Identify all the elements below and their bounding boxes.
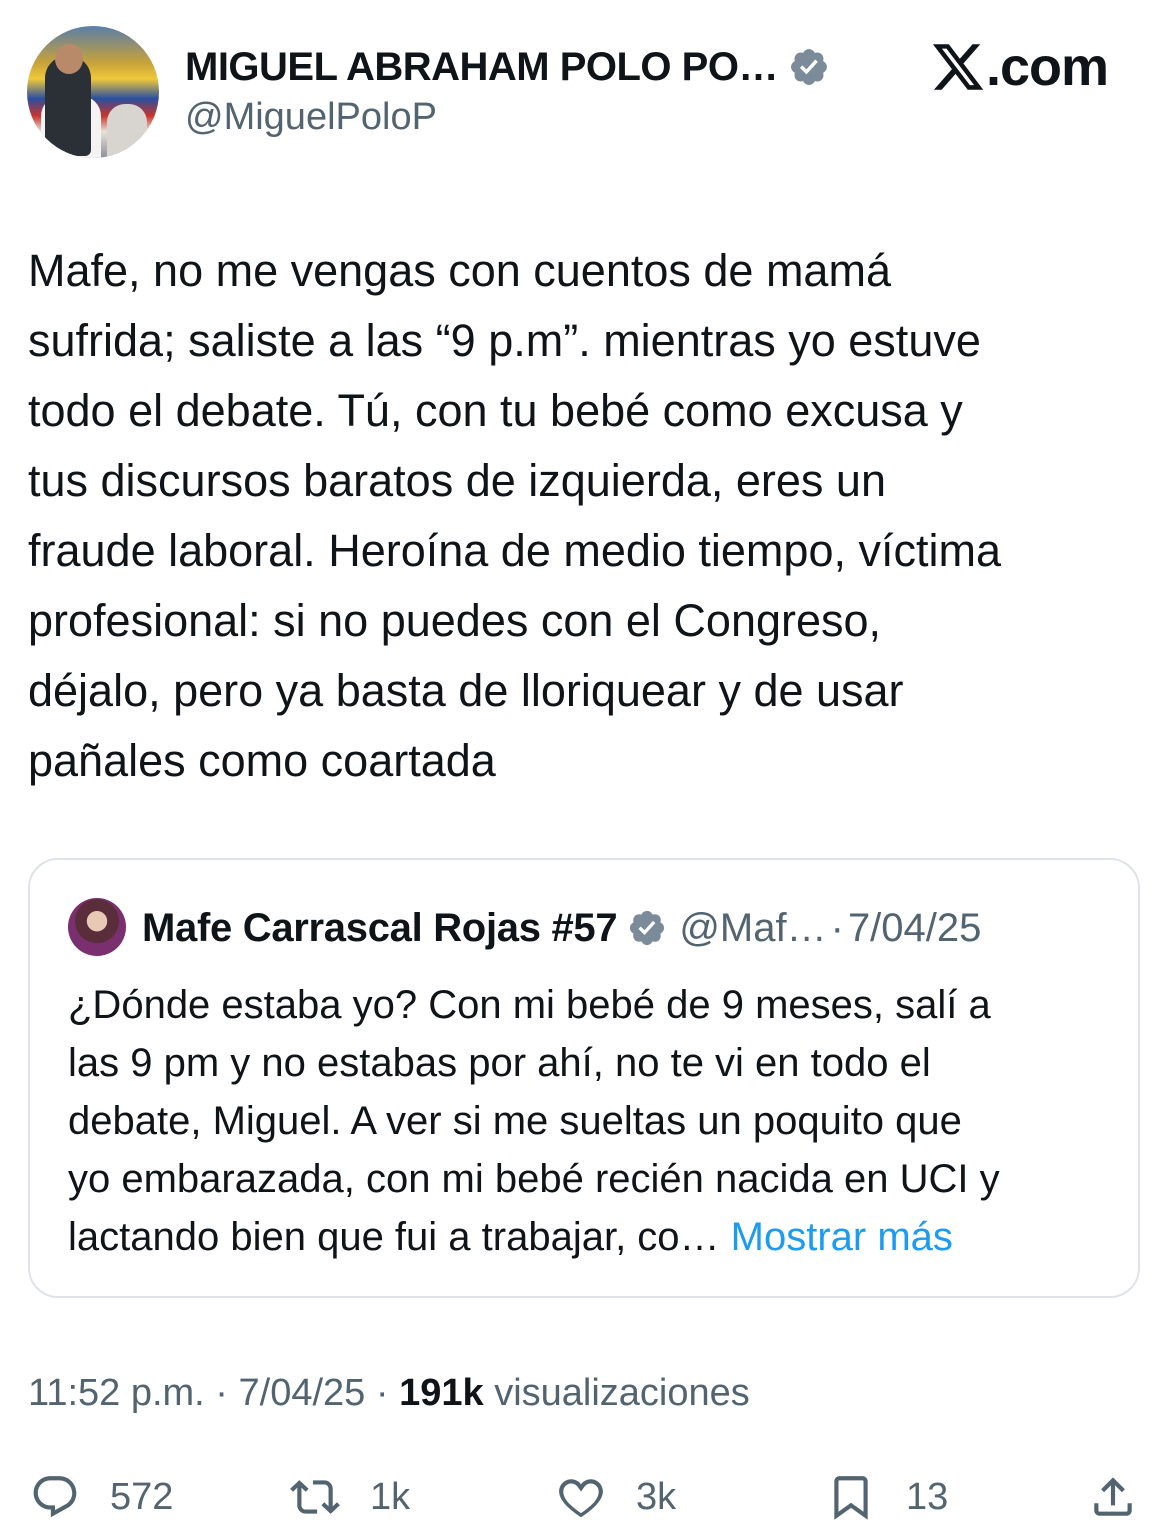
- reply-icon: [33, 1476, 77, 1518]
- quote-author-handle[interactable]: @Maf…: [679, 906, 826, 951]
- reply-button[interactable]: 572: [30, 1462, 173, 1532]
- verified-icon: [791, 49, 827, 85]
- tweet-text: Mafe, no me vengas con cuentos de mamá s…: [28, 245, 1001, 786]
- repost-button[interactable]: 1k: [290, 1462, 410, 1532]
- site-label: .com: [986, 37, 1109, 97]
- quote-date[interactable]: 7/04/25: [848, 906, 981, 951]
- meta-separator: ·: [204, 1372, 239, 1414]
- quoted-tweet[interactable]: Mafe Carrascal Rojas #57 @Maf… · 7/04/25…: [28, 858, 1140, 1298]
- meta-separator: ·: [365, 1372, 400, 1414]
- tweet-date[interactable]: 7/04/25: [239, 1372, 366, 1414]
- quote-avatar[interactable]: [68, 898, 126, 956]
- x-logo-icon: [932, 44, 984, 90]
- views-label: visualizaciones: [483, 1372, 750, 1414]
- action-bar: 572 1k 3k 13: [0, 1462, 1170, 1532]
- author-avatar[interactable]: [27, 26, 159, 158]
- share-button[interactable]: [1088, 1462, 1138, 1532]
- x-brand: .com: [930, 36, 1109, 98]
- bookmark-button[interactable]: 13: [826, 1462, 948, 1532]
- quote-author-name[interactable]: Mafe Carrascal Rojas #57: [142, 906, 618, 951]
- bookmark-count: 13: [906, 1475, 949, 1518]
- repost-count: 1k: [370, 1475, 411, 1518]
- repost-icon: [290, 1480, 340, 1514]
- like-button[interactable]: 3k: [556, 1462, 676, 1532]
- author-name-row: MIGUEL ABRAHAM POLO PO…: [185, 40, 830, 94]
- share-icon: [1094, 1477, 1132, 1516]
- bookmark-icon: [834, 1476, 868, 1520]
- tweet-time[interactable]: 11:52 p.m.: [28, 1372, 205, 1414]
- views-count: 191k: [399, 1372, 484, 1414]
- quote-header: Mafe Carrascal Rojas #57 @Maf… · 7/04/25: [142, 898, 981, 958]
- tweet-meta: 11:52 p.m. · 7/04/25 · 191k visualizacio…: [28, 1372, 750, 1415]
- quote-separator: ·: [830, 905, 844, 950]
- author-handle[interactable]: @MiguelPoloP: [185, 96, 437, 139]
- like-icon: [559, 1479, 603, 1518]
- quote-text: ¿Dónde estaba yo? Con mi bebé de 9 meses…: [68, 976, 1128, 1266]
- reply-count: 572: [110, 1475, 174, 1518]
- show-more-link[interactable]: Mostrar más: [731, 1215, 953, 1259]
- author-name[interactable]: MIGUEL ABRAHAM POLO PO…: [185, 45, 778, 90]
- verified-icon: [630, 910, 665, 946]
- like-count: 3k: [636, 1475, 677, 1518]
